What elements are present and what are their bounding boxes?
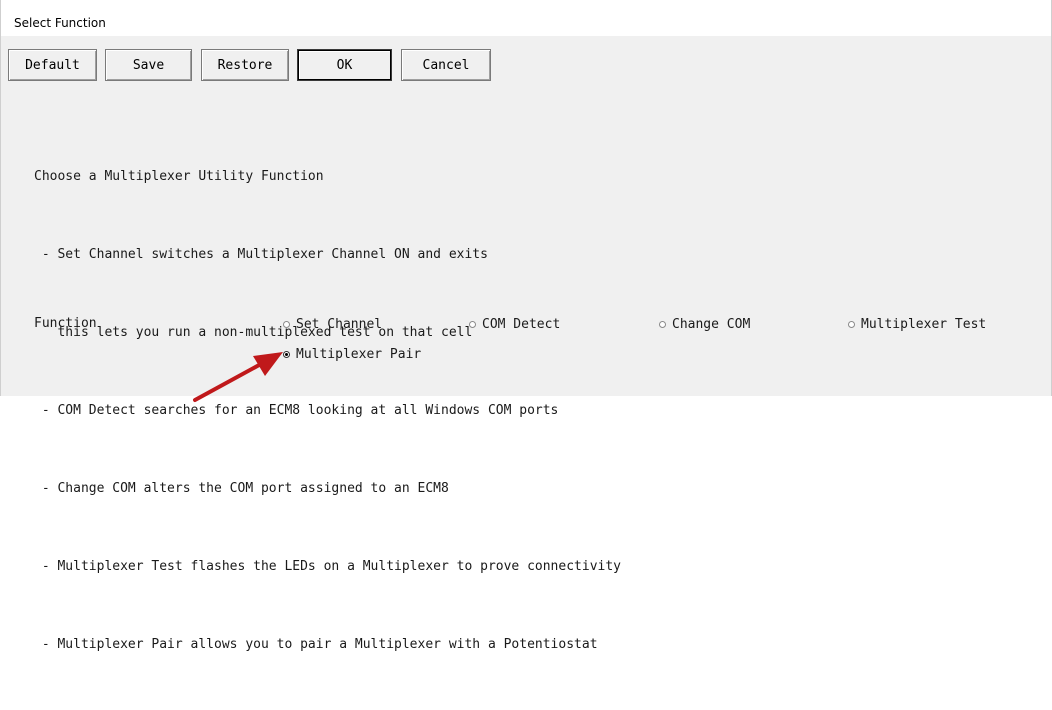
radio-multiplexer-pair[interactable]: Multiplexer Pair bbox=[283, 347, 421, 362]
function-label: Function bbox=[34, 316, 97, 331]
radio-button-icon bbox=[659, 321, 666, 328]
radio-label: Multiplexer Pair bbox=[296, 347, 422, 362]
radio-button-icon bbox=[848, 321, 855, 328]
radio-label: Set Channel bbox=[296, 317, 383, 332]
radio-multiplexer-test[interactable]: Multiplexer Test bbox=[848, 317, 986, 332]
save-button[interactable]: Save bbox=[105, 49, 192, 81]
select-function-window: Select Function Default Save Restore OK … bbox=[0, 0, 1052, 652]
dialog-body: Default Save Restore OK Cancel Choose a … bbox=[1, 36, 1051, 652]
function-description: Choose a Multiplexer Utility Function - … bbox=[34, 112, 621, 710]
restore-button[interactable]: Restore bbox=[201, 49, 289, 81]
window-title: Select Function bbox=[14, 16, 106, 30]
radio-button-icon bbox=[469, 321, 476, 328]
radio-com-detect[interactable]: COM Detect bbox=[469, 317, 560, 332]
description-line: - COM Detect searches for an ECM8 lookin… bbox=[34, 403, 559, 418]
description-line: - Multiplexer Pair allows you to pair a … bbox=[34, 637, 598, 652]
title-bar: Select Function bbox=[1, 0, 1051, 36]
default-button[interactable]: Default bbox=[8, 49, 97, 81]
ok-button[interactable]: OK bbox=[297, 49, 392, 81]
radio-button-icon bbox=[283, 321, 290, 328]
radio-label: COM Detect bbox=[482, 317, 561, 332]
red-arrow-icon bbox=[193, 352, 283, 402]
description-line: - Set Channel switches a Multiplexer Cha… bbox=[34, 247, 488, 262]
radio-label: Multiplexer Test bbox=[861, 317, 987, 332]
radio-change-com[interactable]: Change COM bbox=[659, 317, 750, 332]
cancel-button[interactable]: Cancel bbox=[401, 49, 491, 81]
radio-label: Change COM bbox=[672, 317, 751, 332]
description-line: - Multiplexer Test flashes the LEDs on a… bbox=[34, 559, 621, 574]
radio-set-channel[interactable]: Set Channel bbox=[283, 317, 382, 332]
description-line: - Change COM alters the COM port assigne… bbox=[34, 481, 449, 496]
description-heading: Choose a Multiplexer Utility Function bbox=[34, 169, 324, 184]
